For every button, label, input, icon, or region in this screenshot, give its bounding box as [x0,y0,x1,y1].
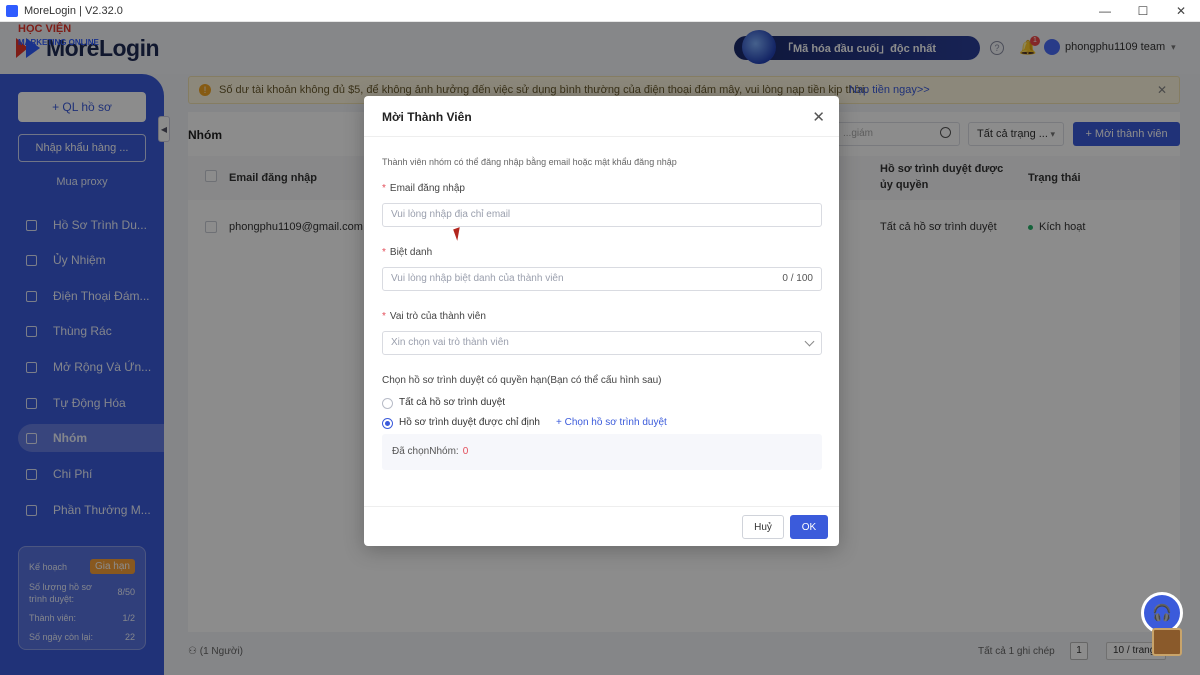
nickname-counter: 0 / 100 [782,273,813,284]
minimize-button[interactable]: — [1086,0,1124,22]
scope-all-radio[interactable] [382,398,393,409]
invite-member-dialog: Mời Thành Viên ✕ Thành viên nhóm có thể … [364,96,839,546]
email-field[interactable]: Vui lòng nhập địa chỉ email [382,203,822,227]
nickname-placeholder: Vui lòng nhập biệt danh của thành viên [391,273,564,284]
role-label-text: Vai trò của thành viên [389,311,486,322]
role-select[interactable]: Xin chọn vai trò thành viên [382,331,822,355]
ok-button[interactable]: OK [790,515,828,539]
pick-profiles-link[interactable]: + Chọn hồ sơ trình duyệt [556,417,667,428]
app-icon [6,4,18,17]
maximize-button[interactable]: ☐ [1124,0,1162,22]
scope-label: Chọn hồ sơ trình duyệt có quyền hạn(Bạn … [382,375,662,386]
scope-specified-label[interactable]: Hồ sơ trình duyệt được chỉ định [399,417,540,428]
selected-profiles-box: Đã chọnNhóm: 0 [382,434,822,470]
role-label: * Vai trò của thành viên [382,311,486,322]
divider [364,136,839,137]
email-label-text: Email đăng nhập [389,183,465,194]
selected-count: 0 [462,446,469,457]
cancel-button[interactable]: Huỷ [742,515,784,539]
dialog-description: Thành viên nhóm có thể đăng nhập bằng em… [382,157,677,167]
window-title: MoreLogin | V2.32.0 [24,4,123,17]
nickname-field[interactable]: Vui lòng nhập biệt danh của thành viên 0… [382,267,822,291]
role-placeholder: Xin chọn vai trò thành viên [391,337,509,348]
chevron-down-icon [804,336,815,347]
treasure-chest-icon[interactable] [1152,628,1182,656]
nickname-label: * Biệt danh [382,247,432,258]
scope-all-label[interactable]: Tất cả hồ sơ trình duyệt [399,397,505,408]
close-window-button[interactable]: ✕ [1162,0,1200,22]
scope-specified-radio[interactable] [382,418,393,429]
selected-label: Đã chọnNhóm: [392,446,459,457]
nickname-label-text: Biệt danh [389,247,433,258]
dialog-title: Mời Thành Viên [382,110,472,124]
required-mark: * [382,183,386,194]
divider [364,506,839,507]
window-controls: — ☐ ✕ [1086,0,1200,22]
window-titlebar: MoreLogin | V2.32.0 — ☐ ✕ [0,0,1200,22]
close-icon[interactable]: ✕ [812,108,825,126]
required-mark: * [382,311,386,322]
email-label: * Email đăng nhập [382,183,465,194]
email-placeholder: Vui lòng nhập địa chỉ email [391,209,511,220]
required-mark: * [382,247,386,258]
